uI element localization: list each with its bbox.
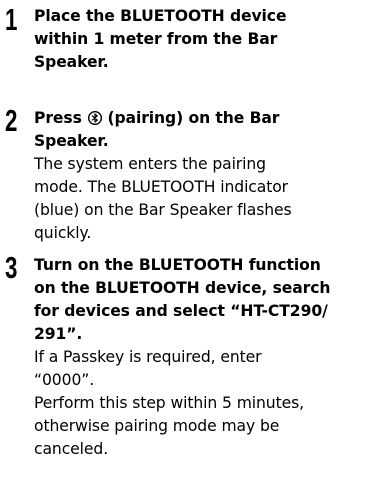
step-body-line: quickly. bbox=[34, 224, 92, 242]
step-body-line: (blue) on the Bar Speaker flashes bbox=[34, 201, 292, 219]
step-title-line: for devices and select “HT-CT290/ bbox=[34, 302, 328, 320]
step-number: 2 bbox=[5, 103, 18, 138]
step-title-line: Press (pairing) on the Bar bbox=[34, 107, 370, 130]
step-body-line: mode. The BLUETOOTH indicator bbox=[34, 178, 288, 196]
step-body: If a Passkey is required, enter “0000”. … bbox=[34, 346, 370, 461]
step-body-line: If a Passkey is required, enter bbox=[34, 348, 262, 366]
step-body-line: “0000”. bbox=[34, 371, 95, 389]
step-number: 3 bbox=[5, 250, 18, 285]
step-title-line: within 1 meter from the Bar bbox=[34, 30, 278, 48]
bluetooth-icon bbox=[88, 109, 103, 126]
step-title-line: Speaker. bbox=[34, 53, 109, 71]
step-number: 1 bbox=[5, 2, 18, 37]
step-body-line: otherwise pairing mode may be bbox=[34, 417, 280, 435]
step-body-line: canceled. bbox=[34, 440, 109, 458]
step-title-line: 291”. bbox=[34, 325, 83, 343]
step-body-line: The system enters the pairing bbox=[34, 155, 266, 173]
step-title: Press (pairing) on the Bar Speaker. bbox=[34, 107, 370, 153]
step-title-prefix: Press bbox=[34, 109, 82, 127]
step-title-line: Turn on the BLUETOOTH function bbox=[34, 256, 321, 274]
step-title-line: Speaker. bbox=[34, 132, 109, 150]
step-title-line: on the BLUETOOTH device, search bbox=[34, 279, 331, 297]
step-title: Place the BLUETOOTH device within 1 mete… bbox=[34, 5, 370, 74]
step-title: Turn on the BLUETOOTH function on the BL… bbox=[34, 254, 370, 346]
step-title-line: Place the BLUETOOTH device bbox=[34, 7, 287, 25]
step-body-line: Perform this step within 5 minutes, bbox=[34, 394, 304, 412]
step-title-suffix: (pairing) on the Bar bbox=[107, 109, 280, 127]
step-body: The system enters the pairing mode. The … bbox=[34, 153, 370, 245]
